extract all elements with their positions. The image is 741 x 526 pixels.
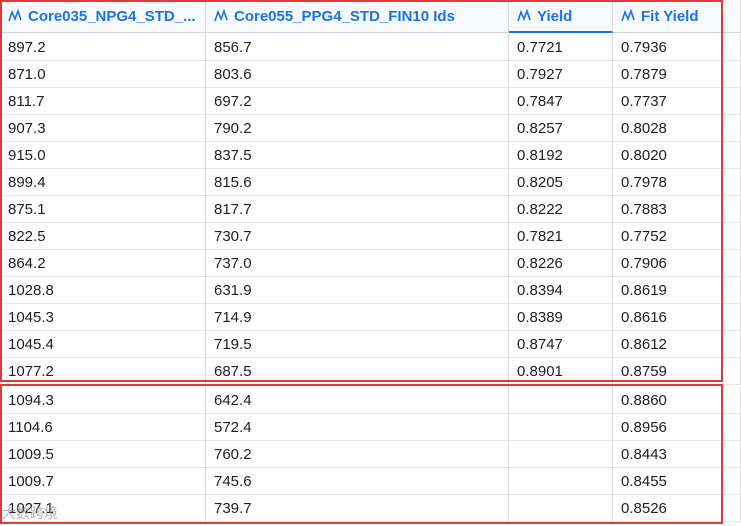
watermark: 大数跨境: [2, 506, 58, 522]
highlight-box-predicted: [0, 384, 723, 524]
highlight-box-observed: [0, 0, 723, 382]
